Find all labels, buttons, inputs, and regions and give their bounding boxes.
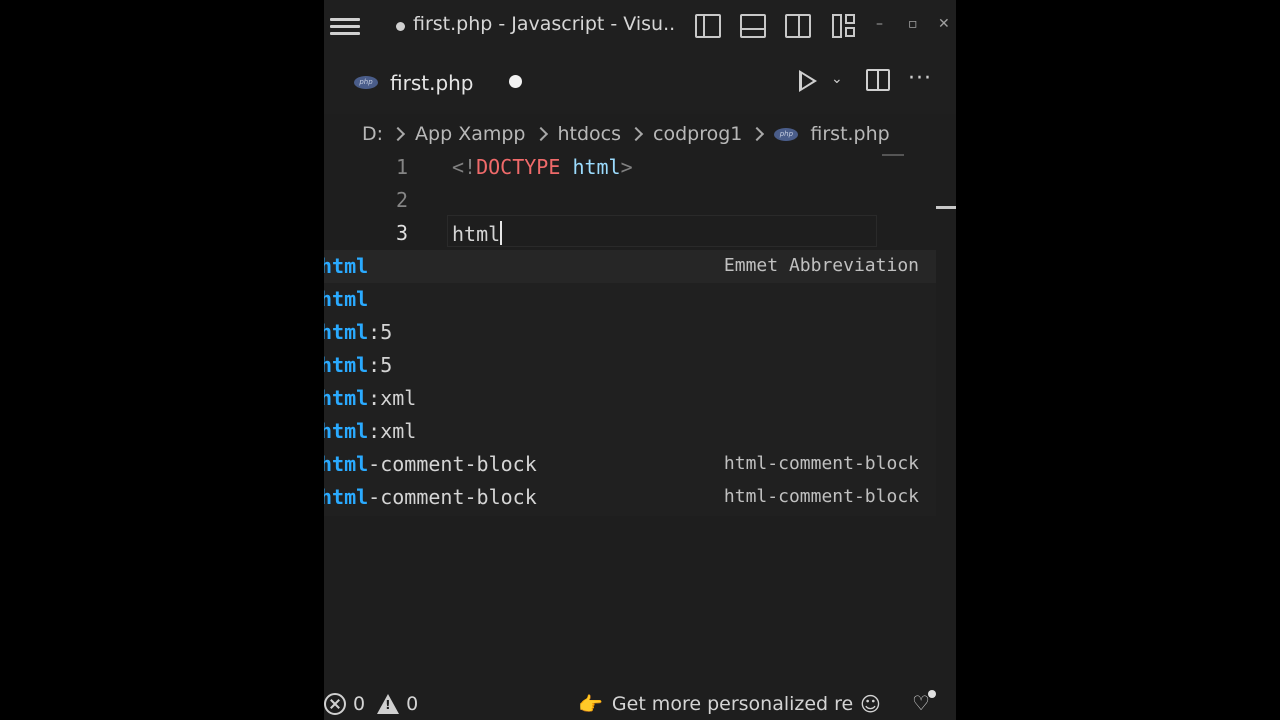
suggestion-label: html — [324, 254, 368, 278]
suggestion-match: html — [324, 386, 369, 410]
suggestion-widget: html Emmet Abbreviation html html:5 html:5 ht… — [324, 250, 936, 516]
chevron-right-icon — [390, 126, 406, 142]
breadcrumb: D: App Xampp htdocs codprog1 php first.p… — [362, 121, 890, 147]
suggestion-match: html — [324, 353, 369, 377]
suggestion-detail: html-comment-block — [723, 453, 919, 474]
feedback-icon[interactable]: ☺ — [860, 692, 881, 716]
code-line-1[interactable]: <!DOCTYPE html> — [452, 155, 633, 179]
suggestion-match: html — [324, 452, 369, 476]
code-line-3[interactable]: html — [452, 221, 503, 246]
code-attr: html — [572, 155, 621, 179]
php-file-icon: php — [774, 127, 799, 141]
warning-count: 0 — [406, 693, 419, 715]
suggestion-label: html-comment-block — [324, 485, 537, 509]
suggestion-rest: :xml — [368, 419, 417, 443]
line-number: 2 — [395, 188, 408, 212]
tab-first-php[interactable]: php first.php — [324, 52, 554, 114]
toggle-secondary-sidebar-icon[interactable] — [785, 14, 811, 38]
minimap-line — [882, 154, 904, 156]
code-punct: <! — [452, 155, 477, 179]
toggle-panel-icon[interactable] — [740, 14, 766, 38]
run-dropdown-chevron-icon[interactable]: ⌄ — [831, 71, 843, 87]
suggestion-rest: :5 — [368, 320, 393, 344]
unsaved-dot-icon — [396, 22, 405, 31]
suggestion-rest: -comment-block — [368, 485, 537, 509]
pointing-hand-icon: 👉 — [578, 692, 603, 716]
minimize-button[interactable]: – — [876, 16, 883, 32]
breadcrumb-drive[interactable]: D: — [362, 123, 383, 145]
line-number: 3 — [395, 221, 408, 245]
suggestion-label: html:5 — [324, 320, 392, 344]
notification-dot-icon — [928, 690, 936, 698]
toggle-primary-sidebar-icon[interactable] — [695, 14, 721, 38]
code-punct: > — [620, 155, 633, 179]
window-title: first.php - Javascript - Visu... — [413, 13, 675, 35]
promo-text: Get more personalized re — [611, 693, 854, 715]
breadcrumb-codprog1[interactable]: codprog1 — [653, 123, 742, 145]
suggestion-rest: -comment-block — [368, 452, 537, 476]
maximize-button[interactable]: ▫ — [908, 16, 918, 32]
error-count: 0 — [353, 693, 366, 715]
suggestion-rest: :5 — [368, 353, 393, 377]
php-file-icon: php — [354, 76, 378, 89]
suggestion-item[interactable]: html Emmet Abbreviation — [324, 250, 936, 283]
chevron-right-icon — [533, 126, 548, 142]
suggestion-label: html:5 — [324, 353, 392, 377]
breadcrumb-file[interactable]: first.php — [810, 123, 889, 145]
suggestion-label: html:xml — [324, 386, 416, 410]
more-actions-icon[interactable]: ··· — [908, 66, 932, 91]
suggestion-detail: Emmet Abbreviation — [723, 255, 919, 276]
problems-status[interactable]: 0 0 — [324, 690, 418, 718]
title-bar: first.php - Javascript - Visu... – ▫ ✕ — [324, 0, 956, 52]
suggestion-label: html:xml — [324, 419, 416, 443]
split-editor-icon[interactable] — [866, 69, 890, 91]
suggestion-item[interactable]: html-comment-block html-comment-block — [324, 481, 936, 514]
status-bar: 0 0 👉 Get more personalized re ☺ ♡ — [324, 686, 956, 720]
vscode-window: first.php - Javascript - Visu... – ▫ ✕ p… — [324, 0, 956, 720]
suggestion-detail: html-comment-block — [723, 486, 919, 507]
hamburger-menu-icon[interactable] — [330, 14, 360, 38]
suggestion-match: html — [324, 320, 369, 344]
suggestion-rest: :xml — [368, 386, 417, 410]
error-icon — [324, 693, 346, 715]
line-number: 1 — [395, 155, 408, 179]
suggestion-match: html — [324, 254, 369, 278]
breadcrumb-htdocs[interactable]: htdocs — [558, 123, 622, 145]
suggestion-item[interactable]: html-comment-block html-comment-block — [324, 448, 936, 481]
suggestion-match: html — [324, 287, 369, 311]
suggestion-item[interactable]: html:5 — [324, 349, 936, 382]
text-cursor — [500, 221, 503, 245]
chevron-right-icon — [628, 126, 644, 142]
modified-dot-icon[interactable] — [509, 75, 522, 88]
suggestion-label: html-comment-block — [324, 452, 537, 476]
personalize-promo[interactable]: 👉 Get more personalized re — [578, 692, 853, 716]
current-line-highlight — [447, 215, 877, 247]
tab-label: first.php — [390, 71, 474, 95]
suggestion-label: html — [324, 287, 368, 311]
chevron-right-icon — [750, 126, 765, 142]
code-text: html — [452, 222, 501, 246]
suggestion-item[interactable]: html:xml — [324, 415, 936, 448]
close-button[interactable]: ✕ — [938, 16, 950, 32]
code-keyword: DOCTYPE — [476, 155, 561, 179]
suggestion-match: html — [324, 419, 369, 443]
suggestion-match: html — [324, 485, 369, 509]
tab-bar: php first.php ⌄ ··· — [324, 52, 956, 114]
breadcrumb-app-xampp[interactable]: App Xampp — [415, 123, 525, 145]
suggestion-item[interactable]: html:5 — [324, 316, 936, 349]
warning-icon — [377, 694, 400, 714]
code-editor[interactable]: 1 <!DOCTYPE html> 2 3 html — [324, 150, 956, 250]
suggestion-item[interactable]: html:xml — [324, 382, 936, 415]
run-icon[interactable] — [799, 70, 817, 92]
scrollbar-indicator[interactable] — [936, 206, 956, 209]
customize-layout-icon[interactable] — [832, 14, 856, 38]
suggestion-item[interactable]: html — [324, 283, 936, 316]
